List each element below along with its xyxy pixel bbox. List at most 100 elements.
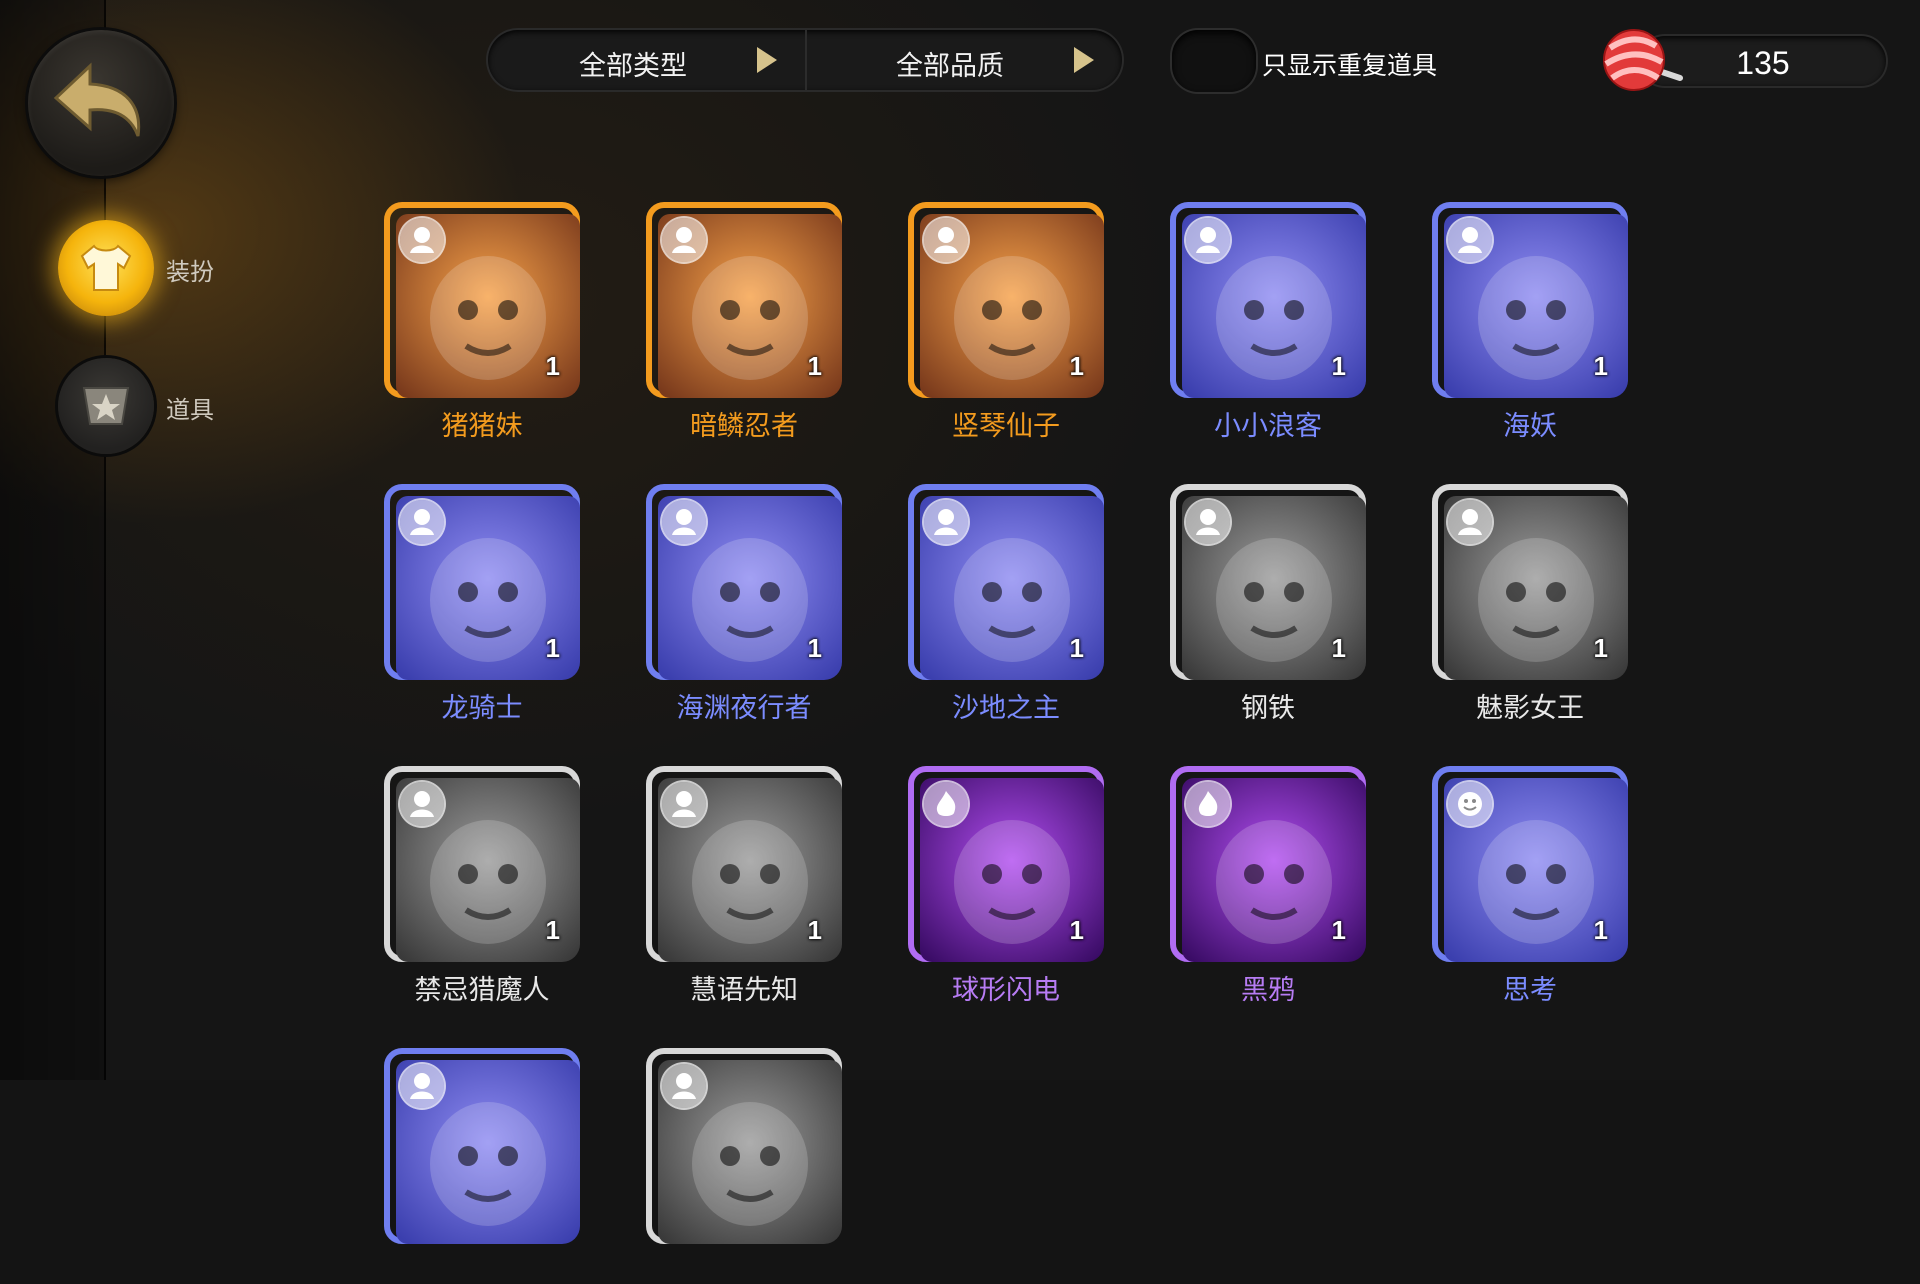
item-frame: 1 [384, 766, 580, 962]
avatar-icon [1186, 500, 1230, 544]
item-count: 1 [807, 633, 822, 663]
nav-circle [58, 220, 154, 316]
sidebar-item-outfit[interactable]: 装扮 [58, 220, 258, 320]
item-name: 海妖 [1503, 411, 1557, 442]
quality-filter-dropdown[interactable]: 全部品质 [805, 30, 1122, 90]
item-frame: 1 [646, 202, 842, 398]
avatar-frame-icon [662, 218, 706, 262]
item-card[interactable]: 1 海渊夜行者 [646, 484, 842, 724]
item-count: 1 [1069, 915, 1084, 945]
item-card[interactable]: 1 猪猪妹 [384, 202, 580, 442]
item-card[interactable] [384, 1048, 580, 1284]
outfit-shirt-icon [80, 244, 132, 291]
item-name: 慧语先知 [690, 975, 798, 1006]
item-frame: 1 [646, 766, 842, 962]
avatar-icon [662, 782, 706, 826]
item-frame: 1 [1170, 766, 1366, 962]
duplicate-toggle-label: 只显示重复道具 [1262, 51, 1438, 80]
item-name: 钢铁 [1241, 693, 1295, 724]
candy-icon [1603, 29, 1683, 91]
avatar-icon [400, 782, 444, 826]
quality-filter-label: 全部品质 [896, 51, 1004, 82]
item-card[interactable]: 1 海妖 [1432, 202, 1628, 442]
sidebar-item-items[interactable]: 道具 [58, 358, 258, 458]
avatar-icon [924, 500, 968, 544]
item-card[interactable]: 1 钢铁 [1170, 484, 1366, 724]
filter-bar: 全部类型 全部品质 [488, 30, 1122, 90]
item-card[interactable] [646, 1048, 842, 1284]
item-count: 1 [545, 351, 560, 381]
item-frame: 1 [1432, 202, 1628, 398]
avatar-icon [662, 1064, 706, 1108]
item-count: 1 [1069, 633, 1084, 663]
sidebar-item-label: 道具 [166, 396, 214, 424]
item-frame: 1 [1170, 484, 1366, 680]
item-name: 黑鸦 [1241, 975, 1295, 1006]
item-count: 1 [1593, 351, 1608, 381]
item-name: 球形闪电 [952, 975, 1060, 1006]
item-count: 1 [807, 915, 822, 945]
item-count: 1 [545, 633, 560, 663]
item-card[interactable]: 1 龙骑士 [384, 484, 580, 724]
item-count: 1 [1331, 915, 1346, 945]
item-card[interactable]: 1 沙地之主 [908, 484, 1104, 724]
item-count: 1 [545, 915, 560, 945]
avatar-frame-icon [924, 218, 968, 262]
avatar-icon [400, 1064, 444, 1108]
item-card[interactable]: 1 思考 [1432, 766, 1628, 1006]
item-frame: 1 [908, 202, 1104, 398]
flame-icon [1186, 782, 1230, 826]
item-count: 1 [1331, 351, 1346, 381]
duplicate-toggle[interactable] [1172, 30, 1256, 92]
item-badge-icon [82, 387, 130, 425]
item-card[interactable]: 1 小小浪客 [1170, 202, 1366, 442]
item-frame: 1 [908, 766, 1104, 962]
item-frame: 1 [646, 484, 842, 680]
type-filter-label: 全部类型 [579, 51, 687, 82]
item-card[interactable]: 1 球形闪电 [908, 766, 1104, 1006]
item-name: 猪猪妹 [441, 411, 523, 442]
type-filter-dropdown[interactable]: 全部类型 [488, 30, 807, 90]
item-name: 沙地之主 [952, 693, 1060, 724]
item-frame: 1 [384, 202, 580, 398]
item-count: 1 [1331, 633, 1346, 663]
item-name: 竖琴仙子 [952, 411, 1060, 442]
avatar-icon [400, 500, 444, 544]
item-frame: 1 [384, 484, 580, 680]
sidebar-item-label: 装扮 [166, 258, 214, 286]
item-frame: 1 [1432, 484, 1628, 680]
back-button[interactable] [28, 30, 174, 176]
flame-icon [924, 782, 968, 826]
nav-circle [58, 358, 154, 454]
item-count: 1 [807, 351, 822, 381]
item-name: 思考 [1503, 975, 1557, 1006]
item-frame [384, 1048, 580, 1244]
item-count: 1 [1593, 915, 1608, 945]
avatar-frame-icon [400, 218, 444, 262]
avatar-icon [1448, 500, 1492, 544]
item-card[interactable]: 1 禁忌猎魔人 [384, 766, 580, 1006]
item-card[interactable]: 1 黑鸦 [1170, 766, 1366, 1006]
item-card[interactable]: 1 竖琴仙子 [908, 202, 1104, 442]
item-name: 魅影女王 [1476, 693, 1584, 724]
item-count: 1 [1593, 633, 1608, 663]
emote-icon [1448, 782, 1492, 826]
avatar-icon [1448, 218, 1492, 262]
item-card[interactable]: 1 暗鳞忍者 [646, 202, 842, 442]
avatar-icon [1186, 218, 1230, 262]
arrow-right-icon [1074, 47, 1094, 73]
avatar-icon [662, 500, 706, 544]
item-name: 海渊夜行者 [676, 693, 812, 724]
item-card[interactable]: 1 魅影女王 [1432, 484, 1628, 724]
item-frame [646, 1048, 842, 1244]
item-frame: 1 [1170, 202, 1366, 398]
item-frame: 1 [1432, 766, 1628, 962]
item-name: 龙骑士 [441, 693, 523, 724]
item-name: 小小浪客 [1214, 411, 1322, 442]
back-arrow-icon [53, 62, 141, 137]
item-card[interactable]: 1 慧语先知 [646, 766, 842, 1006]
item-name: 禁忌猎魔人 [414, 975, 550, 1006]
item-name: 暗鳞忍者 [690, 411, 798, 442]
arrow-right-icon [757, 47, 777, 73]
item-frame: 1 [908, 484, 1104, 680]
